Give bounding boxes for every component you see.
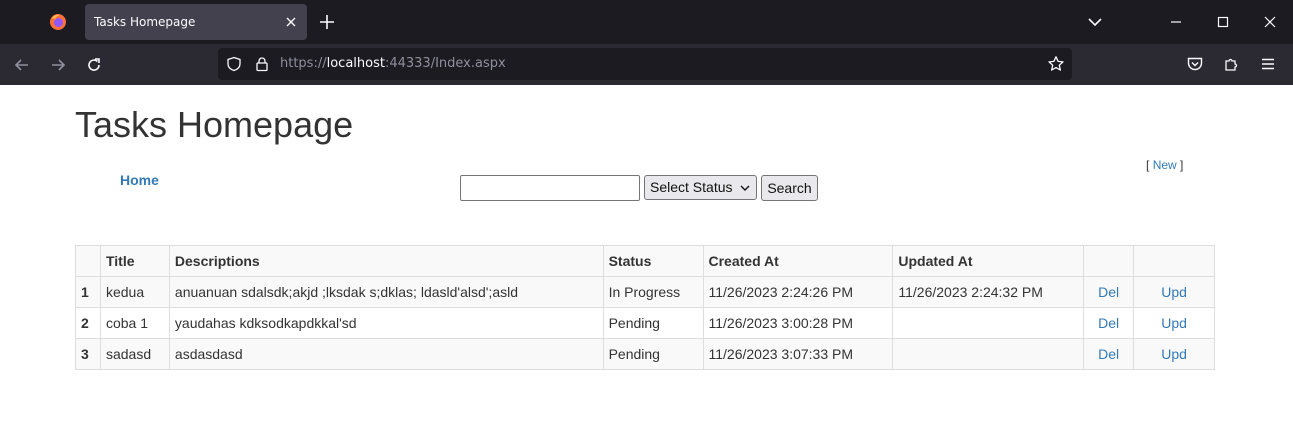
address-bar[interactable]: https://localhost:44333/Index.aspx xyxy=(218,48,1072,80)
search-input[interactable] xyxy=(460,175,640,201)
url-path: :44333/Index.aspx xyxy=(384,56,506,71)
row-delete-cell: Del xyxy=(1083,276,1135,308)
bookmark-star-icon[interactable] xyxy=(1047,55,1065,73)
row-description: yaudahas kdksodkapdkkal'sd xyxy=(168,307,604,339)
firefox-logo-icon[interactable] xyxy=(49,13,67,31)
browser-tab[interactable]: Tasks Homepage xyxy=(85,4,307,40)
table-row: 2 coba 1 yaudahas kdksodkapdkkal'sd Pend… xyxy=(75,307,1215,339)
header-delete xyxy=(1083,245,1135,277)
update-link[interactable]: Upd xyxy=(1161,284,1187,300)
forward-arrow-icon[interactable] xyxy=(48,55,68,75)
row-number: 1 xyxy=(75,276,101,308)
row-updated-at: 11/26/2023 2:24:32 PM xyxy=(892,276,1085,308)
pocket-icon[interactable] xyxy=(1186,55,1204,73)
header-descriptions: Descriptions xyxy=(168,245,604,277)
tasks-table: Title Descriptions Status Created At Upd… xyxy=(75,245,1215,370)
row-description: asdasdasd xyxy=(168,338,604,370)
header-created-at: Created At xyxy=(702,245,894,277)
row-delete-cell: Del xyxy=(1083,307,1135,339)
row-update-cell: Upd xyxy=(1133,307,1215,339)
reload-icon[interactable] xyxy=(84,55,104,75)
row-title: coba 1 xyxy=(99,307,170,339)
row-description: anuanuan sdalsdk;akjd ;lksdak s;dklas; l… xyxy=(168,276,604,308)
row-status: Pending xyxy=(602,338,704,370)
row-number: 3 xyxy=(75,338,101,370)
new-tab-plus-icon[interactable] xyxy=(318,13,336,31)
tab-strip: Tasks Homepage xyxy=(0,0,1293,44)
row-delete-cell: Del xyxy=(1083,338,1135,370)
search-button[interactable]: Search xyxy=(761,175,818,201)
shield-icon[interactable] xyxy=(226,56,242,72)
row-update-cell: Upd xyxy=(1133,276,1215,308)
row-status: In Progress xyxy=(602,276,704,308)
maximize-icon[interactable] xyxy=(1214,13,1232,31)
delete-link[interactable]: Del xyxy=(1098,284,1119,300)
header-update xyxy=(1133,245,1215,277)
status-select-value: Select Status xyxy=(650,179,733,195)
url-scheme: https:// xyxy=(280,56,327,71)
lock-icon[interactable] xyxy=(254,56,270,72)
delete-link[interactable]: Del xyxy=(1098,346,1119,362)
update-link[interactable]: Upd xyxy=(1161,315,1187,331)
row-number: 2 xyxy=(75,307,101,339)
header-title: Title xyxy=(99,245,170,277)
nav-toolbar: https://localhost:44333/Index.aspx xyxy=(0,44,1293,85)
back-arrow-icon[interactable] xyxy=(12,55,32,75)
minimize-icon[interactable] xyxy=(1167,13,1185,31)
url-text[interactable]: https://localhost:44333/Index.aspx xyxy=(280,56,506,71)
row-status: Pending xyxy=(602,307,704,339)
bracket-close: ] xyxy=(1180,158,1184,172)
row-created-at: 11/26/2023 3:00:28 PM xyxy=(702,307,894,339)
row-title: kedua xyxy=(99,276,170,308)
url-host: localhost xyxy=(326,56,385,71)
page-title: Tasks Homepage xyxy=(75,104,354,145)
table-row: 3 sadasd asdasdasd Pending 11/26/2023 3:… xyxy=(75,338,1215,370)
table-row: 1 kedua anuanuan sdalsdk;akjd ;lksdak s;… xyxy=(75,276,1215,308)
table-header-row: Title Descriptions Status Created At Upd… xyxy=(75,245,1215,277)
delete-link[interactable]: Del xyxy=(1098,315,1119,331)
header-updated-at: Updated At xyxy=(892,245,1085,277)
window-close-icon[interactable] xyxy=(1261,13,1279,31)
row-updated-at xyxy=(892,338,1085,370)
close-tab-icon[interactable] xyxy=(283,14,299,30)
new-link-container: [ New ] xyxy=(1146,158,1183,172)
update-link[interactable]: Upd xyxy=(1161,346,1187,362)
new-task-link[interactable]: New xyxy=(1153,158,1177,172)
hamburger-menu-icon[interactable] xyxy=(1259,55,1277,73)
tab-title: Tasks Homepage xyxy=(94,15,196,29)
home-link[interactable]: Home xyxy=(120,172,159,188)
row-title: sadasd xyxy=(99,338,170,370)
row-created-at: 11/26/2023 2:24:26 PM xyxy=(702,276,894,308)
bracket-open: [ xyxy=(1146,158,1150,172)
extensions-puzzle-icon[interactable] xyxy=(1223,55,1241,73)
row-updated-at xyxy=(892,307,1085,339)
header-index xyxy=(75,245,101,277)
chevron-down-icon[interactable] xyxy=(1086,13,1104,31)
row-update-cell: Upd xyxy=(1133,338,1215,370)
page-content: Tasks Homepage [ New ] Home Select Statu… xyxy=(0,85,1293,423)
chevron-down-icon xyxy=(740,185,750,191)
row-created-at: 11/26/2023 3:07:33 PM xyxy=(702,338,894,370)
header-status: Status xyxy=(602,245,704,277)
status-select[interactable]: Select Status xyxy=(644,175,757,200)
